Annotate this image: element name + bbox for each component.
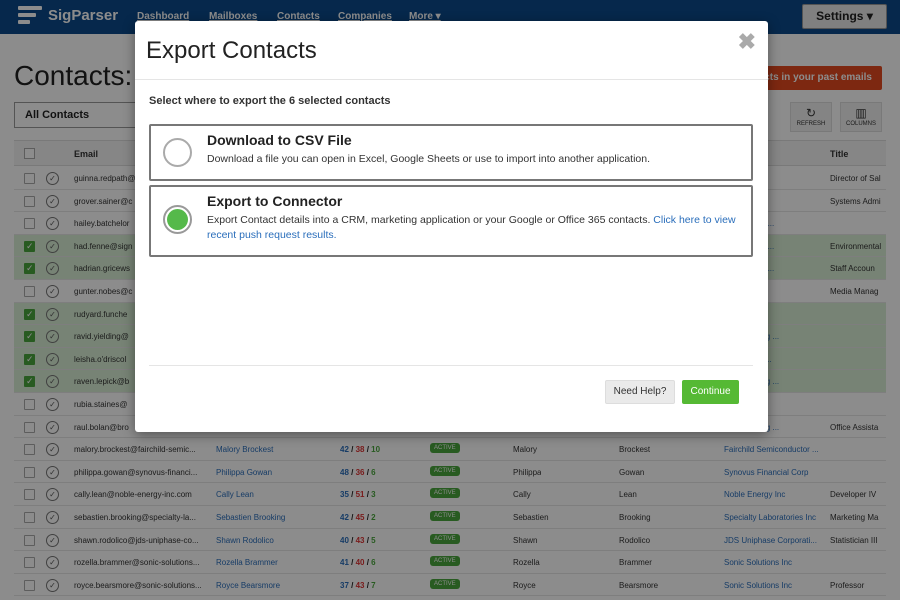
need-help-button[interactable]: Need Help?: [605, 380, 675, 404]
option-export-connector[interactable]: Export to Connector Export Contact detai…: [149, 185, 753, 257]
modal-title: Export Contacts: [146, 37, 317, 64]
close-icon[interactable]: ✖: [738, 29, 756, 55]
continue-button[interactable]: Continue: [682, 380, 739, 404]
option-connector-desc: Export Contact details into a CRM, marke…: [207, 213, 747, 243]
modal-header: Export Contacts ✖: [135, 21, 768, 80]
option-csv-desc: Download a file you can open in Excel, G…: [207, 153, 651, 165]
radio-csv[interactable]: [163, 138, 192, 167]
radio-connector[interactable]: [163, 205, 192, 234]
modal-footer-divider: [149, 365, 753, 366]
option-connector-title: Export to Connector: [207, 193, 343, 209]
modal-instruction: Select where to export the 6 selected co…: [149, 95, 391, 107]
option-csv-title: Download to CSV File: [207, 132, 352, 148]
option-download-csv[interactable]: Download to CSV File Download a file you…: [149, 124, 753, 181]
option-connector-desc-text: Export Contact details into a CRM, marke…: [207, 214, 654, 226]
export-contacts-modal: Export Contacts ✖ Select where to export…: [135, 21, 768, 432]
